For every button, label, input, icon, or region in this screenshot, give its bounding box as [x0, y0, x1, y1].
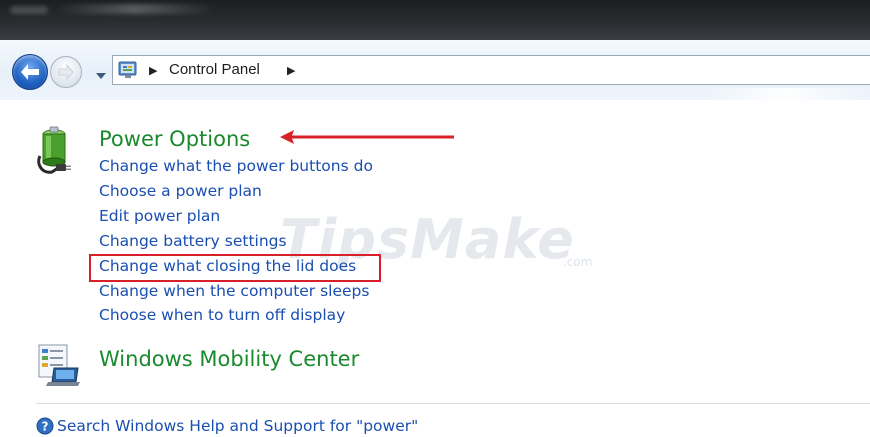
- mobility-center-title[interactable]: Windows Mobility Center: [99, 347, 359, 371]
- back-button[interactable]: [12, 54, 48, 90]
- help-icon: ?: [36, 417, 54, 435]
- breadcrumb-control-panel[interactable]: Control Panel: [169, 61, 260, 78]
- power-options-title[interactable]: Power Options: [99, 127, 250, 151]
- annotation-arrow: [280, 130, 454, 144]
- title-bar-glint: [10, 6, 48, 14]
- title-bar: [0, 0, 870, 40]
- svg-text:?: ?: [42, 420, 49, 434]
- address-bar[interactable]: ▶ Control Panel ▶: [112, 55, 870, 85]
- task-change-sleep-time[interactable]: Change when the computer sleeps: [99, 282, 369, 300]
- back-arrow-icon: [21, 64, 39, 80]
- battery-plug-icon: [37, 126, 71, 174]
- task-turn-off-display-time[interactable]: Choose when to turn off display: [99, 306, 345, 324]
- forward-button[interactable]: [50, 56, 82, 88]
- task-change-battery-settings[interactable]: Change battery settings: [99, 232, 287, 250]
- task-change-lid-close-action[interactable]: Change what closing the lid does: [99, 257, 356, 275]
- navigation-bar-sheen: [700, 88, 870, 100]
- section-divider: [36, 403, 870, 404]
- task-edit-power-plan[interactable]: Edit power plan: [99, 207, 220, 225]
- task-choose-power-plan[interactable]: Choose a power plan: [99, 182, 262, 200]
- control-panel-window: ▶ Control Panel ▶ TipsMake .com Power Op…: [0, 0, 870, 437]
- chevron-down-icon: [96, 73, 106, 79]
- watermark-suffix: .com: [563, 255, 593, 269]
- mobility-center-icon: [38, 344, 80, 386]
- search-help-link[interactable]: Search Windows Help and Support for "pow…: [57, 417, 418, 435]
- breadcrumb-separator[interactable]: ▶: [149, 64, 157, 77]
- control-panel-icon: [118, 61, 137, 78]
- task-change-power-buttons[interactable]: Change what the power buttons do: [99, 157, 373, 175]
- breadcrumb-separator[interactable]: ▶: [287, 64, 295, 77]
- title-bar-glint-wide: [55, 4, 215, 14]
- forward-arrow-icon: [58, 63, 74, 81]
- recent-pages-dropdown[interactable]: [95, 66, 107, 79]
